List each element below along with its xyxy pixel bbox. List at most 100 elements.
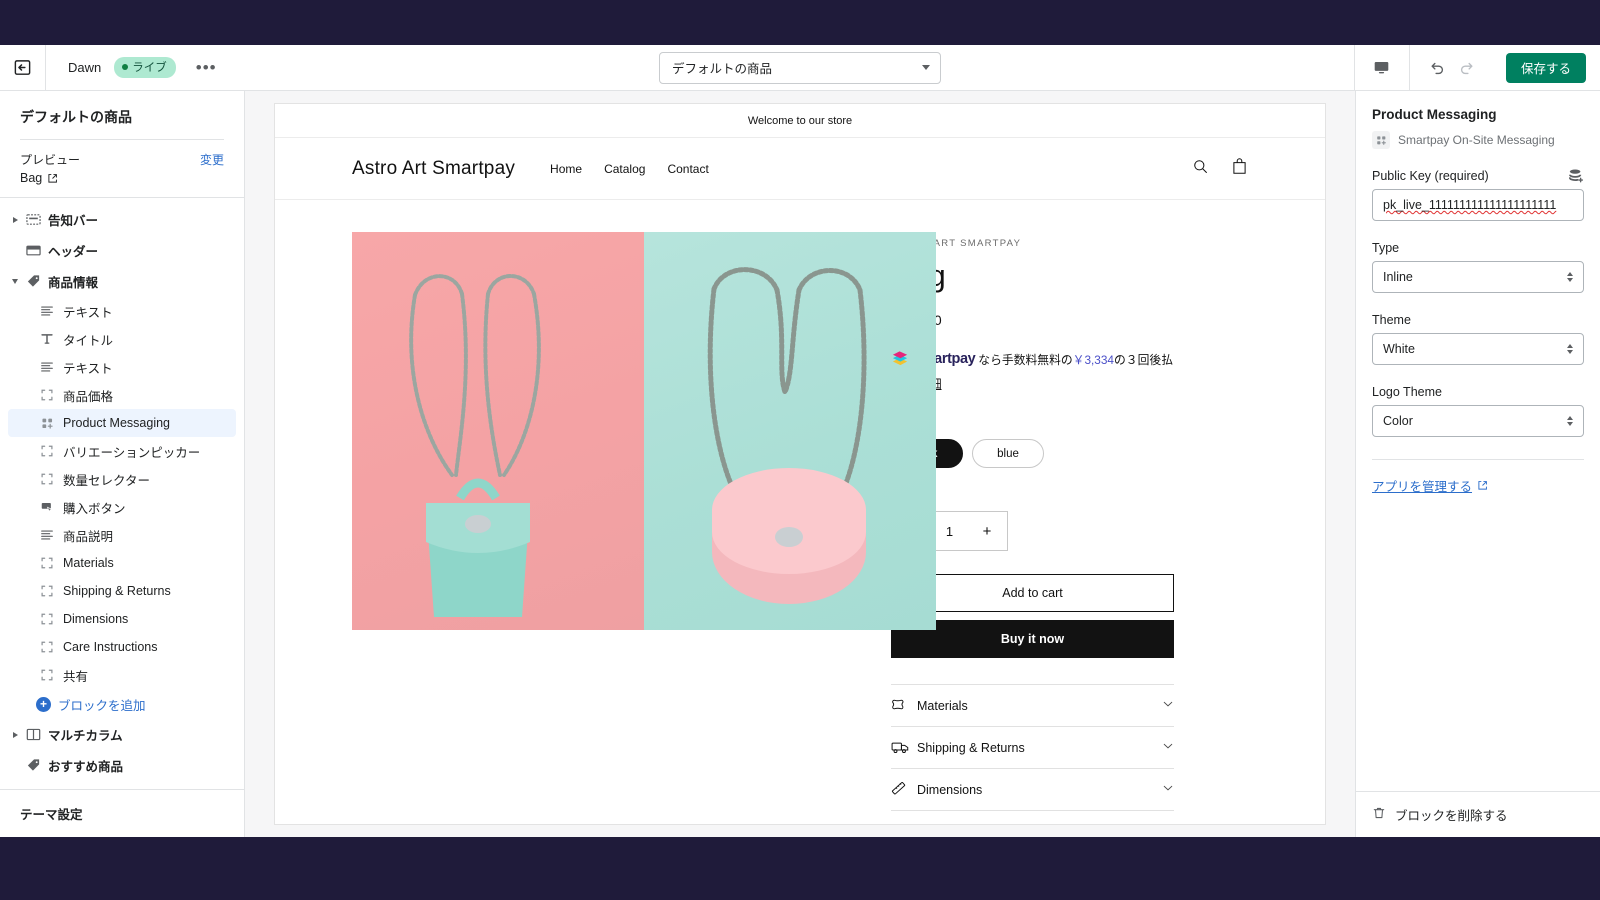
product-image[interactable]	[352, 232, 936, 630]
sidebar-block-product-messaging[interactable]: Product Messaging	[8, 409, 236, 437]
accordion-shipping-returns[interactable]: Shipping & Returns	[891, 726, 1174, 768]
tag-icon	[22, 758, 44, 773]
field-logo-theme: Logo Theme Color	[1372, 385, 1584, 437]
sidebar-block-share[interactable]: 共有	[8, 661, 236, 689]
nav-link-home[interactable]: Home	[550, 162, 582, 176]
theme-select-value: White	[1383, 342, 1415, 356]
block-label: Care Instructions	[63, 640, 158, 654]
truck-icon	[891, 740, 917, 755]
sidebar-block-materials[interactable]: Materials	[8, 549, 236, 577]
cart-icon[interactable]	[1231, 157, 1248, 181]
sidebar-section-header[interactable]: ヘッダー	[0, 235, 244, 266]
logo-theme-select[interactable]: Color	[1372, 405, 1584, 437]
block-icon	[36, 584, 58, 598]
block-label: 商品価格	[63, 389, 114, 404]
field-theme: Theme White	[1372, 313, 1584, 365]
sidebar-block-variant-picker[interactable]: バリエーションピッカー	[8, 437, 236, 465]
product-accordion-list: Materials Shipping & Returns Dimensions	[891, 684, 1174, 825]
dynamic-source-icon[interactable]	[1568, 169, 1584, 183]
quantity-increase-button[interactable]: +	[980, 523, 994, 540]
sidebar-block-description[interactable]: 商品説明	[8, 521, 236, 549]
accordion-label: Materials	[917, 698, 968, 713]
sidebar-block-text-1[interactable]: テキスト	[8, 297, 236, 325]
pink-crossbody-illustration	[707, 267, 867, 604]
add-block-button[interactable]: + ブロックを追加	[0, 689, 244, 719]
page-selector[interactable]: デフォルトの商品	[659, 51, 941, 84]
block-label: Dimensions	[63, 612, 129, 626]
add-section-button[interactable]: + セクションを追加	[0, 781, 244, 789]
select-arrows-icon	[1567, 344, 1573, 354]
preview-value-row[interactable]: Bag	[20, 171, 224, 185]
expand-toggle[interactable]	[8, 731, 22, 738]
desktop-view-button[interactable]	[1367, 53, 1397, 83]
sidebar-title: デフォルトの商品	[20, 109, 132, 125]
buy-button-icon	[36, 500, 58, 514]
save-button[interactable]: 保存する	[1505, 52, 1586, 83]
sidebar-block-dimensions[interactable]: Dimensions	[8, 605, 236, 633]
sidebar-block-quantity-selector[interactable]: 数量セレクター	[8, 465, 236, 493]
exit-editor-button[interactable]	[0, 44, 46, 91]
sidebar-section-product-information[interactable]: 商品情報	[0, 266, 244, 297]
accordion-dimensions[interactable]: Dimensions	[891, 768, 1174, 810]
expand-toggle[interactable]	[8, 216, 22, 223]
settings-scroll[interactable]: Product Messaging Smartpay On-Site Messa…	[1356, 91, 1600, 791]
live-badge-label: ライブ	[132, 62, 167, 74]
settings-title: Product Messaging	[1372, 107, 1497, 122]
section-label: おすすめ商品	[48, 760, 124, 774]
public-key-input[interactable]: pk_live_111111111111111111111	[1372, 189, 1584, 221]
redo-icon	[1460, 62, 1473, 74]
accordion-label: Shipping & Returns	[917, 740, 1025, 755]
sidebar-section-featured-product[interactable]: おすすめ商品	[0, 750, 244, 781]
theme-select[interactable]: White	[1372, 333, 1584, 365]
history-group	[1408, 45, 1494, 90]
manage-app-link[interactable]: アプリを管理する	[1372, 476, 1488, 495]
sidebar-block-buy-button[interactable]: 購入ボタン	[8, 493, 236, 521]
undo-button[interactable]	[1422, 53, 1452, 83]
block-icon	[36, 444, 58, 458]
public-key-value: pk_live_111111111111111111111	[1383, 198, 1557, 212]
quantity-value[interactable]: 1	[946, 524, 953, 539]
collapse-toggle[interactable]	[8, 279, 22, 284]
storefront-preview: Welcome to our store Astro Art Smartpay …	[274, 103, 1326, 825]
store-logo[interactable]: Astro Art Smartpay	[352, 158, 515, 180]
section-label: 商品情報	[48, 276, 99, 290]
type-select[interactable]: Inline	[1372, 261, 1584, 293]
sidebar-block-care-instructions[interactable]: Care Instructions	[8, 633, 236, 661]
chevron-right-icon	[12, 731, 18, 738]
chevron-right-icon	[12, 216, 18, 223]
field-label: Logo Theme	[1372, 385, 1442, 399]
theme-settings-button[interactable]: テーマ設定	[0, 789, 244, 837]
search-icon[interactable]	[1192, 158, 1209, 180]
remove-block-label: ブロックを削除する	[1395, 809, 1508, 823]
manage-app-label: アプリを管理する	[1372, 480, 1473, 494]
text-icon	[36, 360, 58, 374]
sidebar-section-announcement-bar[interactable]: 告知バー	[0, 204, 244, 235]
color-option-blue[interactable]: blue	[972, 439, 1044, 469]
chevron-down-icon	[1162, 824, 1174, 825]
accordion-materials[interactable]: Materials	[891, 684, 1174, 726]
block-label: タイトル	[63, 333, 114, 348]
nav-link-contact[interactable]: Contact	[667, 162, 708, 176]
sidebar-block-shipping-returns[interactable]: Shipping & Returns	[8, 577, 236, 605]
toolbar-right: 保存する	[1353, 45, 1600, 90]
sidebar-section-multicolumn[interactable]: マルチカラム	[0, 719, 244, 750]
accordion-care-instructions[interactable]: Care Instructions	[891, 810, 1174, 825]
announcement-bar-icon	[22, 212, 44, 227]
theme-more-actions-button[interactable]: •••	[190, 55, 223, 80]
add-block-label: ブロックを追加	[58, 698, 146, 713]
section-label: 告知バー	[48, 214, 99, 228]
sidebar-block-title[interactable]: タイトル	[8, 325, 236, 353]
sidebar-block-product-price[interactable]: 商品価格	[8, 381, 236, 409]
product-section: ASTRO ART SMARTPAY Bag ¥10,000	[275, 200, 1325, 825]
product-media	[275, 232, 936, 824]
block-label: テキスト	[63, 305, 113, 320]
nav-link-catalog[interactable]: Catalog	[604, 162, 645, 176]
preview-change-link[interactable]: 変更	[200, 151, 224, 168]
sidebar-block-text-2[interactable]: テキスト	[8, 353, 236, 381]
sidebar-scroll[interactable]: デフォルトの商品 プレビュー 変更 Bag 告知バー ヘッダー 商品情報 テキス…	[0, 91, 244, 789]
remove-block-button[interactable]: ブロックを削除する	[1356, 791, 1600, 837]
block-list: テキスト タイトル テキスト 商品価格 Product Messaging バリ…	[0, 297, 244, 719]
materials-icon	[891, 698, 917, 714]
redo-button[interactable]	[1452, 53, 1482, 83]
smartpay-messaging: smartpay なら手数料無料の￥3,334の３回後払い。 詳細	[891, 345, 1191, 396]
